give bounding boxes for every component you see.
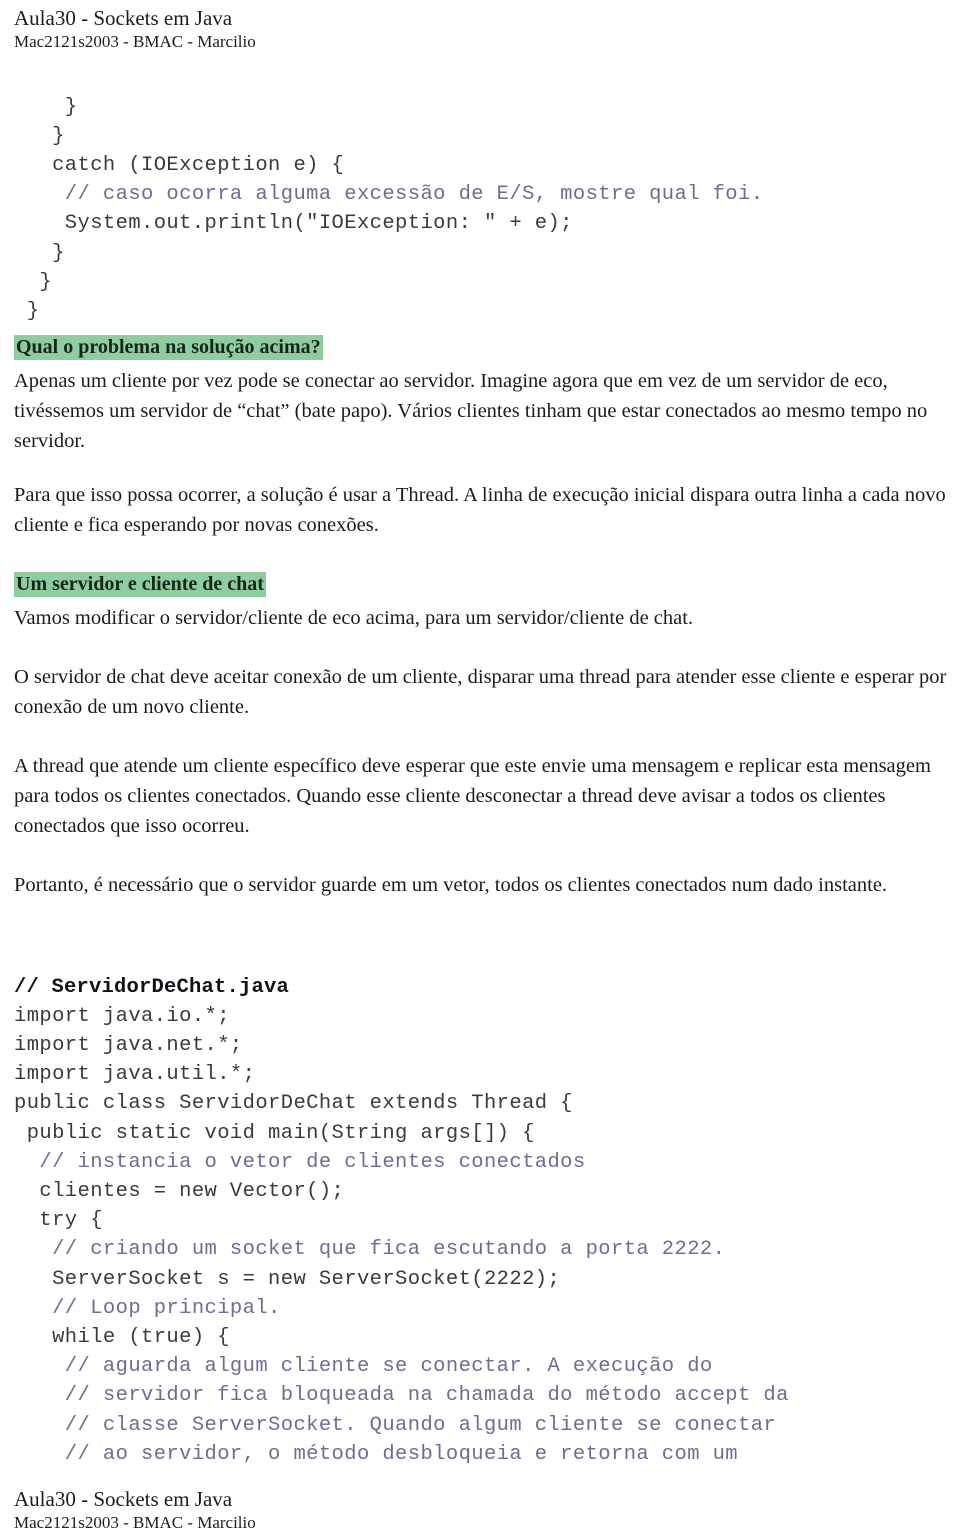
paragraph-para-que-isso: Para que isso possa ocorrer, a solução é… <box>14 484 946 536</box>
code-line: ServerSocket s = new ServerSocket(2222); <box>14 1267 561 1291</box>
code-comment-line: // servidor fica bloqueada na chamada do… <box>14 1384 789 1408</box>
page-header-title: Aula30 - Sockets em Java <box>14 6 233 30</box>
code-line: } <box>14 241 65 265</box>
code-line: while (true) { <box>14 1325 230 1349</box>
code-comment-line: // criando um socket que fica escutando … <box>14 1238 726 1262</box>
code-comment-line: // ao servidor, o método desbloqueia e r… <box>14 1442 739 1466</box>
code-block-servidordechat: // ServidorDeChat.java import java.io.*;… <box>14 973 789 1469</box>
paragraph-vamos-modificar: Vamos modificar o servidor/cliente de ec… <box>14 607 694 629</box>
document-page: Aula30 - Sockets em Java Mac2121s2003 - … <box>0 0 960 1540</box>
code-line: import java.io.*; <box>14 1004 230 1028</box>
heading-um-servidor-e-cliente-de-chat: Um servidor e cliente de chat <box>14 572 266 597</box>
page-header: Aula30 - Sockets em Java Mac2121s2003 - … <box>14 6 256 53</box>
code-file-comment: // ServidorDeChat.java <box>14 975 290 999</box>
code-line: public static void main(String args[]) { <box>14 1121 535 1145</box>
code-comment-line: // Loop principal. <box>14 1296 281 1320</box>
paragraph-apenas-um-cliente: Apenas um cliente por vez pode se conect… <box>14 370 928 452</box>
heading-qual-o-problema: Qual o problema na solução acima? <box>14 335 323 360</box>
code-line: catch (IOException e) { <box>14 153 345 177</box>
code-comment-line: // instancia o vetor de clientes conecta… <box>14 1150 586 1174</box>
paragraph-portanto: Portanto, é necessário que o servidor gu… <box>14 874 888 896</box>
code-line: import java.net.*; <box>14 1033 243 1057</box>
code-line: } <box>14 124 65 148</box>
page-footer-title: Aula30 - Sockets em Java <box>14 1487 233 1511</box>
code-line: try { <box>14 1209 103 1233</box>
code-line: clientes = new Vector(); <box>14 1179 345 1203</box>
page-header-subtitle: Mac2121s2003 - BMAC - Marcilio <box>14 32 256 51</box>
code-line: import java.util.*; <box>14 1063 256 1087</box>
code-comment-line: // caso ocorra alguma excessão de E/S, m… <box>14 183 764 207</box>
code-line: public class ServidorDeChat extends Thre… <box>14 1092 573 1116</box>
code-line: } <box>14 299 40 323</box>
code-line: System.out.println("IOException: " + e); <box>14 212 573 236</box>
code-comment-line: // classe ServerSocket. Quando algum cli… <box>14 1413 777 1437</box>
heading-qual-o-problema-wrap: Qual o problema na solução acima? <box>14 335 323 360</box>
code-comment-line: // aguarda algum cliente se conectar. A … <box>14 1355 713 1379</box>
paragraph-a-thread-que-atende: A thread que atende um cliente específic… <box>14 755 931 837</box>
page-footer: Aula30 - Sockets em Java Mac2121s2003 - … <box>14 1487 256 1534</box>
page-footer-subtitle: Mac2121s2003 - BMAC - Marcilio <box>14 1513 256 1532</box>
code-line: } <box>14 95 78 119</box>
code-line: } <box>14 270 53 294</box>
paragraph-o-servidor-de-chat: O servidor de chat deve aceitar conexão … <box>14 666 947 718</box>
code-block-catch: } } catch (IOException e) { // caso ocor… <box>14 93 763 327</box>
heading-um-servidor-e-cliente-wrap: Um servidor e cliente de chat <box>14 572 266 597</box>
